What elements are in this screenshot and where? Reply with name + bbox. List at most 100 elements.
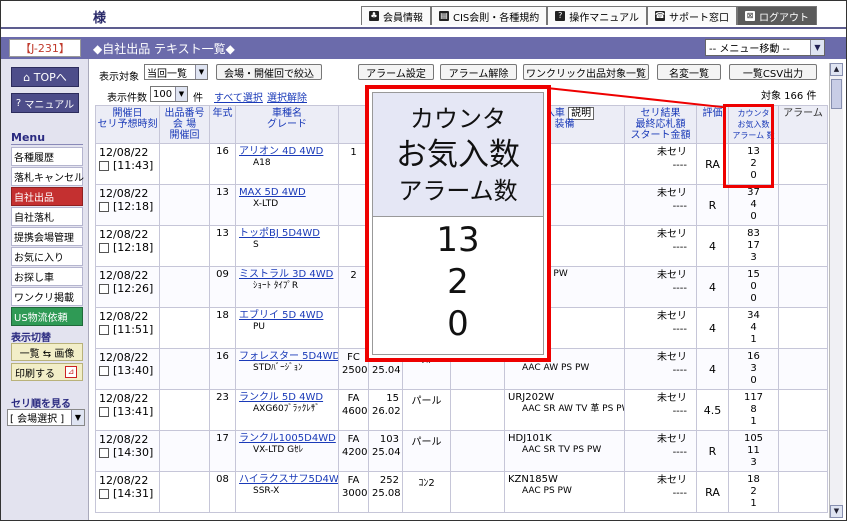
header-lot[interactable]: 出品番号会 場開催回 bbox=[159, 105, 210, 144]
row-checkbox[interactable] bbox=[99, 325, 109, 335]
menu-move-value: -- メニュー移動 -- bbox=[709, 44, 790, 55]
counter-value: 34 bbox=[747, 310, 760, 321]
fav-count: 3 bbox=[750, 363, 757, 374]
menu-move-select[interactable]: -- メニュー移動 -- ▼ bbox=[705, 39, 825, 56]
sidebar-item-own-bids[interactable]: 自社落札 bbox=[11, 207, 83, 226]
callout-alarm-value: 0 bbox=[447, 304, 469, 344]
cell-rating: 4.5 bbox=[696, 389, 729, 431]
scroll-thumb[interactable] bbox=[831, 79, 842, 109]
display-target-select[interactable]: 当回一覧 ▼ bbox=[144, 64, 208, 80]
header-year[interactable]: 年式 bbox=[209, 105, 236, 144]
scroll-down-icon[interactable]: ▼ bbox=[830, 505, 843, 518]
cell-mileage: 103 25.04 bbox=[368, 430, 403, 472]
per-page-select[interactable]: 100 ▼ bbox=[150, 86, 188, 102]
rating: 4.5 bbox=[703, 403, 722, 417]
car-name-link[interactable]: ランクル 5D 4WD bbox=[239, 392, 335, 404]
mileage: 252 bbox=[379, 475, 399, 486]
vertical-scrollbar[interactable]: ▲ ▼ bbox=[829, 63, 843, 518]
car-name-link[interactable]: アリオン 4D 4WD bbox=[239, 146, 335, 158]
row-checkbox[interactable] bbox=[99, 284, 109, 294]
cell-date: 12/08/22 [11:51] bbox=[95, 307, 160, 349]
logout-button[interactable]: ⊠ ログアウト bbox=[736, 6, 817, 25]
mileage: 15 bbox=[386, 393, 399, 404]
result-status: 未セリ bbox=[657, 434, 687, 445]
row-checkbox[interactable] bbox=[99, 407, 109, 417]
print-label: 印刷する bbox=[15, 368, 55, 380]
car-name-link[interactable]: MAX 5D 4WD bbox=[239, 187, 335, 199]
sidebar-item-venue-admin[interactable]: 提携会場管理 bbox=[11, 227, 83, 246]
name-change-button[interactable]: 名変一覧 bbox=[657, 64, 721, 80]
venue-select[interactable]: [ 会場選択 ] ▼ bbox=[7, 409, 85, 426]
filter-button[interactable]: 会場・開催回で絞込 bbox=[216, 64, 322, 80]
alarm-count: 3 bbox=[750, 252, 757, 263]
sidebar-item-us-logistics[interactable]: US物流依頼 bbox=[11, 307, 83, 326]
model-code: KZN185W bbox=[508, 474, 558, 485]
user-name-suffix: 様 bbox=[93, 11, 107, 26]
mileage: 103 bbox=[379, 434, 399, 445]
row-checkbox[interactable] bbox=[99, 161, 109, 171]
header-lot-line2: 会 場 bbox=[172, 119, 197, 130]
result-status: 未セリ bbox=[657, 270, 687, 281]
cell-equip: KZN185W AAC PS PW bbox=[504, 471, 625, 513]
sidebar-item-favorites[interactable]: お気に入り bbox=[11, 247, 83, 266]
cell-lot bbox=[159, 225, 210, 267]
rules-link[interactable]: ▤ CIS会則・各種規約 bbox=[431, 6, 548, 25]
clear-selection-link[interactable]: 選択解除 bbox=[267, 89, 307, 104]
chevron-down-icon: ▼ bbox=[195, 65, 207, 79]
cell-alarm bbox=[778, 143, 828, 185]
member-info-link[interactable]: ♣ 会員情報 bbox=[361, 6, 431, 25]
cell-color: パール bbox=[402, 430, 451, 472]
car-name-link[interactable]: ハイラクスサフ5D4WD bbox=[239, 474, 338, 486]
header-date[interactable]: 開催日 セリ予想時刻 bbox=[95, 105, 160, 144]
auction-time: [13:40] bbox=[113, 364, 154, 377]
result-status: 未セリ bbox=[657, 311, 687, 322]
car-name-link[interactable]: エブリイ 5D 4WD bbox=[239, 310, 335, 322]
alarm-set-button[interactable]: アラーム設定 bbox=[358, 64, 434, 80]
row-checkbox[interactable] bbox=[99, 448, 109, 458]
scroll-up-icon[interactable]: ▲ bbox=[830, 63, 843, 76]
select-all-link[interactable]: すべて選択 bbox=[214, 89, 263, 104]
header-result-line1: セリ結果 bbox=[640, 108, 681, 119]
oneclick-list-button[interactable]: ワンクリック出品対象一覧 bbox=[523, 64, 649, 80]
header-result[interactable]: セリ結果 最終応札額 スタート金額 bbox=[624, 105, 697, 144]
row-checkbox[interactable] bbox=[99, 366, 109, 376]
per-page-unit: 件 bbox=[193, 93, 203, 104]
manual-button[interactable]: ? マニュアル bbox=[11, 93, 79, 113]
car-name-link[interactable]: ミストラル 3D 4WD bbox=[239, 269, 335, 281]
sidebar-item-history[interactable]: 各種履歴 bbox=[11, 147, 83, 166]
sort-header[interactable]: セリ順を見る bbox=[11, 395, 71, 410]
displacement: 4200 bbox=[342, 447, 368, 458]
sidebar-item-search-cars[interactable]: お探し車 bbox=[11, 267, 83, 286]
cell-counts: 37 4 0 bbox=[728, 184, 779, 226]
table-row: 12/08/22 [13:41] 23 ランクル 5D 4WD AXG60ﾌﾞﾗｯｸﾚｻ… bbox=[95, 389, 828, 431]
counter-value: 18 bbox=[747, 474, 760, 485]
header-result-line3: スタート金額 bbox=[630, 130, 691, 141]
display-switch-button[interactable]: 一覧 ⇆ 画像 bbox=[11, 343, 83, 361]
sidebar-item-own-listings[interactable]: 自社出品 bbox=[11, 187, 83, 206]
callout-title-counter: カウンタ bbox=[410, 104, 506, 133]
car-name-link[interactable]: ランクル1005D4WD bbox=[239, 433, 336, 445]
row-checkbox[interactable] bbox=[99, 489, 109, 499]
cell-alarm bbox=[778, 307, 828, 349]
top-button[interactable]: ⌂ TOPへ bbox=[11, 67, 79, 87]
print-button[interactable]: 印刷する ⊿ bbox=[11, 363, 83, 381]
counter-value: 117 bbox=[743, 392, 764, 403]
support-link[interactable]: ☎ サポート窓口 bbox=[646, 6, 737, 25]
cell-alarm bbox=[778, 225, 828, 267]
header-car[interactable]: 車種名 グレード bbox=[235, 105, 339, 144]
final-bid: ---- bbox=[672, 160, 687, 171]
sidebar-item-cancel[interactable]: 落札キャンセル bbox=[11, 167, 84, 186]
alarm-clear-button[interactable]: アラーム解除 bbox=[440, 64, 517, 80]
row-checkbox[interactable] bbox=[99, 243, 109, 253]
car-name-link[interactable]: フォレスター 5D4WD bbox=[239, 351, 338, 363]
sidebar-item-oneclick[interactable]: ワンクリ掲載 bbox=[11, 287, 83, 306]
csv-export-button[interactable]: 一覧CSV出力 bbox=[729, 64, 817, 80]
row-checkbox[interactable] bbox=[99, 202, 109, 212]
manual-link[interactable]: ? 操作マニュアル bbox=[547, 6, 647, 25]
alarm-count: 3 bbox=[750, 457, 757, 468]
cell-date: 12/08/22 [12:18] bbox=[95, 184, 160, 226]
cell-lot bbox=[159, 430, 210, 472]
alarm-count: 1 bbox=[750, 334, 757, 345]
car-name-link[interactable]: トッポBJ 5D4WD bbox=[239, 228, 335, 240]
auction-date: 12/08/22 bbox=[99, 146, 149, 159]
